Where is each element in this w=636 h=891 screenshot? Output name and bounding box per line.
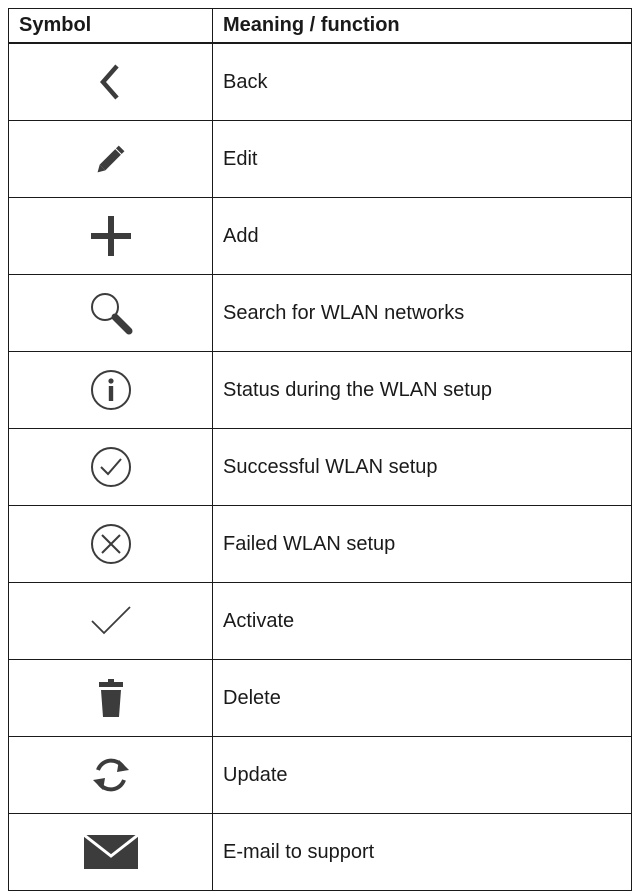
back-chevron-icon [99,64,119,100]
header-symbol: Symbol [8,8,213,44]
symbol-cell [8,659,213,737]
table-row: Delete [8,659,632,737]
info-circle-icon [90,370,131,410]
check-circle-icon [90,447,131,487]
header-meaning: Meaning / function [212,8,632,44]
meaning-cell: Back [212,42,632,121]
meaning-cell: Edit [212,120,632,198]
pencil-icon [97,145,124,173]
x-circle-icon [90,524,131,564]
envelope-icon [82,834,139,869]
table-row: Status during the WLAN setup [8,351,632,429]
trash-icon [98,679,123,717]
table-row: Back [8,42,632,121]
meaning-cell: Failed WLAN setup [212,505,632,583]
table-row: Successful WLAN setup [8,428,632,506]
symbol-cell [8,274,213,352]
meaning-cell: Update [212,736,632,814]
table-header-row: Symbol Meaning / function [8,8,632,44]
symbol-cell [8,813,213,891]
meaning-cell: Search for WLAN networks [212,274,632,352]
meaning-cell: Delete [212,659,632,737]
table-row: Activate [8,582,632,660]
symbol-cell [8,582,213,660]
table-row: Edit [8,120,632,198]
search-icon [90,293,132,335]
refresh-icon [92,758,129,792]
meaning-cell: Add [212,197,632,275]
checkmark-icon [90,606,131,635]
meaning-cell: Status during the WLAN setup [212,351,632,429]
table-row: Search for WLAN networks [8,274,632,352]
table-row: E-mail to support [8,813,632,891]
plus-icon [90,216,131,256]
symbol-cell [8,351,213,429]
symbol-cell [8,428,213,506]
meaning-cell: Successful WLAN setup [212,428,632,506]
symbol-cell [8,197,213,275]
table-row: Failed WLAN setup [8,505,632,583]
table-row: Update [8,736,632,814]
symbol-cell [8,42,213,121]
table-row: Add [8,197,632,275]
meaning-cell: E-mail to support [212,813,632,891]
symbol-table: Symbol Meaning / function Back Edit Add … [8,8,632,891]
meaning-cell: Activate [212,582,632,660]
symbol-cell [8,505,213,583]
symbol-cell [8,736,213,814]
symbol-cell [8,120,213,198]
